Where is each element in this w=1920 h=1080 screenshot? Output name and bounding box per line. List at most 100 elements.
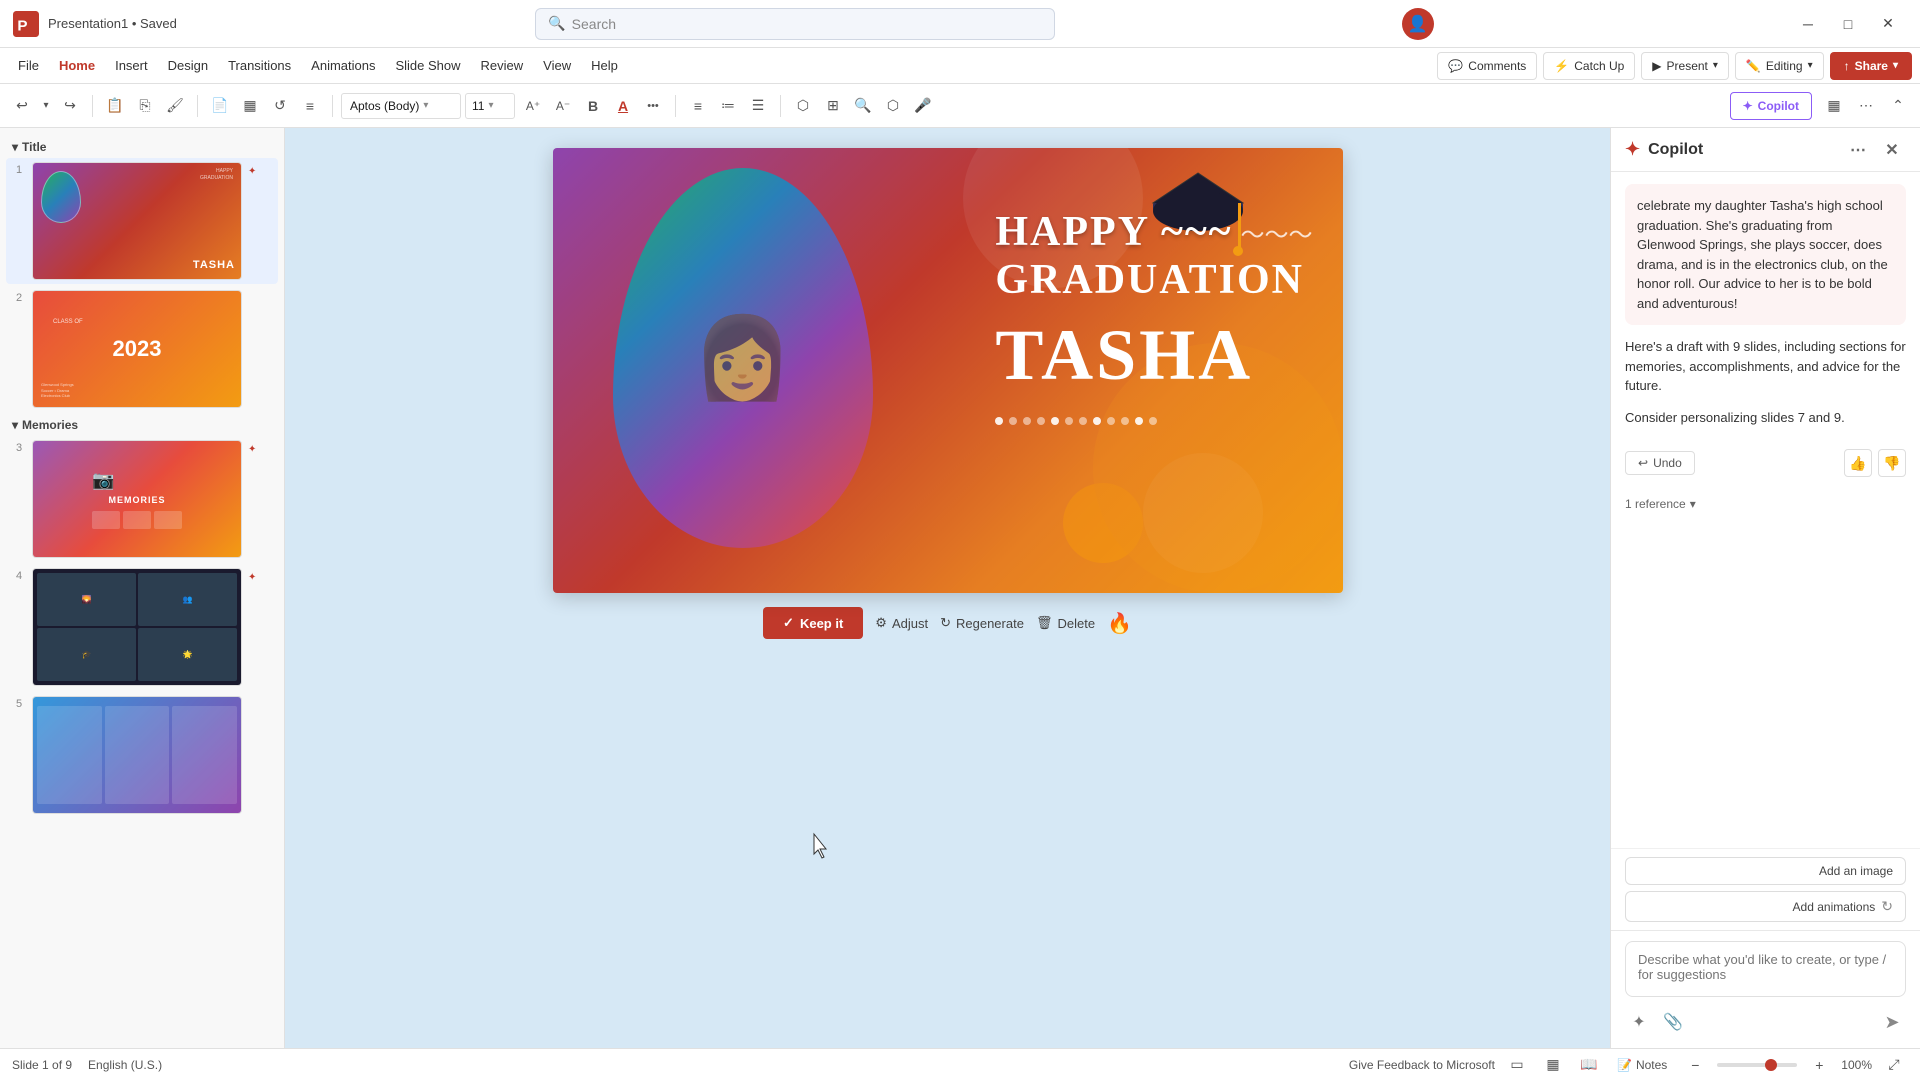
undo-dropdown[interactable]: ▾ [38, 92, 54, 120]
regenerate-icon: ↻ [940, 615, 951, 631]
share-button[interactable]: ↑ Share ▾ [1830, 52, 1912, 80]
dictate-button[interactable]: 🎤 [909, 92, 937, 120]
keep-button[interactable]: ✓ Keep it [763, 607, 863, 639]
regenerate-button[interactable]: ↻ Regenerate [940, 615, 1024, 631]
section-button[interactable]: ≡ [296, 92, 324, 120]
copilot-close-button[interactable]: ✕ [1878, 136, 1906, 164]
menu-insert[interactable]: Insert [105, 54, 158, 77]
font-color-button[interactable]: A [609, 92, 637, 120]
slide-preview-4: 🌄 👥 🎓 🌟 [32, 568, 242, 686]
section-collapse-icon: ▾ [12, 140, 18, 154]
layout-button[interactable]: ▦ [236, 92, 264, 120]
section-title[interactable]: ▾ Title [6, 136, 278, 158]
editing-button[interactable]: ✏️ Editing ▾ [1735, 52, 1824, 80]
bold-button[interactable]: B [579, 92, 607, 120]
share-icon: ↑ [1844, 59, 1850, 73]
menu-review[interactable]: Review [471, 54, 534, 77]
share-dropdown-icon: ▾ [1893, 60, 1898, 71]
catchup-icon: ⚡ [1554, 59, 1569, 73]
search-box[interactable]: 🔍 Search [535, 8, 1055, 40]
catchup-button[interactable]: ⚡ Catch Up [1543, 52, 1635, 80]
menu-file[interactable]: File [8, 54, 49, 77]
zoom-out-button[interactable]: − [1681, 1051, 1709, 1079]
copy-button[interactable]: ⎘ [131, 92, 159, 120]
arrange-button[interactable]: ⊞ [819, 92, 847, 120]
sparkle-input-icon[interactable]: ✦ [1625, 1008, 1653, 1036]
maximize-button[interactable]: □ [1828, 8, 1868, 40]
status-bar: Slide 1 of 9 English (U.S.) Give Feedbac… [0, 1048, 1920, 1080]
toolbar-shape-group: ⬡ ⊞ 🔍 ⬡ 🎤 [789, 92, 937, 120]
paste-button[interactable]: 📋 [101, 92, 129, 120]
fit-slide-button[interactable]: ⤢ [1880, 1051, 1908, 1079]
undo-button[interactable]: ↩ [8, 92, 36, 120]
slide-thumb-4[interactable]: 4 🌄 👥 🎓 🌟 ✦ [6, 564, 278, 690]
adjust-button[interactable]: ⚙ Adjust [875, 615, 928, 631]
redo-button[interactable]: ↪ [56, 92, 84, 120]
copilot-button[interactable]: ✦ Copilot [1730, 92, 1812, 120]
reading-view-button[interactable]: 📖 [1575, 1051, 1603, 1079]
align-button[interactable]: ☰ [744, 92, 772, 120]
slide-thumb-3[interactable]: 3 📷 MEMORIES ✦ [6, 436, 278, 562]
copilot-input-field[interactable] [1625, 941, 1906, 997]
font-size-selector[interactable]: 11 ▾ [465, 93, 515, 119]
menu-design[interactable]: Design [158, 54, 218, 77]
close-button[interactable]: ✕ [1868, 8, 1908, 40]
find-button[interactable]: 🔍 [849, 92, 877, 120]
thumbs-down-button[interactable]: 👎 [1878, 449, 1906, 477]
more-toolbar-button[interactable]: ⋯ [1852, 92, 1880, 120]
main-slide[interactable]: 👩 HAPPY ~ [553, 148, 1343, 593]
numbered-list-button[interactable]: ≔ [714, 92, 742, 120]
toolbar: ↩ ▾ ↪ 📋 ⎘ 🖌 📄 ▦ ↺ ≡ Aptos (Body) ▾ 11 ▾ … [0, 84, 1920, 128]
reset-button[interactable]: ↺ [266, 92, 294, 120]
notes-button[interactable]: 📝 Notes [1611, 1058, 1673, 1072]
name-text: TASHA [995, 314, 1312, 397]
copilot-more-button[interactable]: ⋯ [1844, 136, 1872, 164]
user-avatar[interactable]: 👤 [1402, 8, 1434, 40]
menu-home[interactable]: Home [49, 54, 105, 77]
add-animations-button[interactable]: Add animations ↻ [1625, 891, 1906, 922]
delete-button[interactable]: 🗑 Delete [1036, 615, 1095, 631]
present-button[interactable]: ▶ Present ▾ [1641, 52, 1729, 80]
zoom-in-button[interactable]: + [1805, 1051, 1833, 1079]
comments-button[interactable]: 💬 Comments [1437, 52, 1537, 80]
menu-help[interactable]: Help [581, 54, 628, 77]
menu-animations[interactable]: Animations [301, 54, 385, 77]
year-text: 2023 [113, 336, 162, 362]
normal-view-button[interactable]: ▭ [1503, 1051, 1531, 1079]
replace-button[interactable]: ⬡ [879, 92, 907, 120]
copilot-panel: ✦ Copilot ⋯ ✕ celebrate my daughter Tash… [1610, 128, 1920, 1048]
dot-4 [1037, 417, 1045, 425]
section-collapse-icon-2: ▾ [12, 418, 18, 432]
slide-thumb-5[interactable]: 5 [6, 692, 278, 818]
font-family-selector[interactable]: Aptos (Body) ▾ [341, 93, 461, 119]
undo-button[interactable]: ↩ Undo [1625, 451, 1695, 475]
zoom-slider[interactable] [1717, 1063, 1797, 1067]
slide-thumb-2[interactable]: 2 CLASS OF 2023 Glenwood SpringsSoccer •… [6, 286, 278, 412]
send-button[interactable]: ➤ [1878, 1008, 1906, 1036]
menu-view[interactable]: View [533, 54, 581, 77]
new-slide-button[interactable]: 📄 [206, 92, 234, 120]
copilot-response-1: Here's a draft with 9 slides, including … [1625, 337, 1906, 396]
slide-preview-5 [32, 696, 242, 814]
slide-thumb-1[interactable]: 1 HAPPY GRADUATION TASHA ✦ [6, 158, 278, 284]
more-text-button[interactable]: ••• [639, 92, 667, 120]
slide-sorter-button[interactable]: ▦ [1539, 1051, 1567, 1079]
add-image-button[interactable]: Add an image [1625, 857, 1906, 885]
font-decrease-button[interactable]: A⁻ [549, 92, 577, 120]
attachment-input-icon[interactable]: 📎 [1659, 1008, 1687, 1036]
toolbar-expand-button[interactable]: ⌃ [1884, 92, 1912, 120]
bullet-list-button[interactable]: ≡ [684, 92, 712, 120]
main-area: ▾ Title 1 HAPPY GRADUATION TASHA ✦ 2 CLA… [0, 128, 1920, 1048]
menu-slideshow[interactable]: Slide Show [385, 54, 470, 77]
minimize-button[interactable]: ─ [1788, 8, 1828, 40]
shapes-button[interactable]: ⬡ [789, 92, 817, 120]
thumbs-up-button[interactable]: 👍 [1844, 449, 1872, 477]
font-increase-button[interactable]: A⁺ [519, 92, 547, 120]
window-controls: ─ □ ✕ [1788, 8, 1908, 40]
reference-row[interactable]: 1 reference ▾ [1625, 497, 1906, 511]
section-memories[interactable]: ▾ Memories [6, 414, 278, 436]
menu-transitions[interactable]: Transitions [218, 54, 301, 77]
feedback-link[interactable]: Give Feedback to Microsoft [1349, 1058, 1495, 1072]
format-painter-button[interactable]: 🖌 [161, 92, 189, 120]
grid-view-button[interactable]: ▦ [1820, 92, 1848, 120]
